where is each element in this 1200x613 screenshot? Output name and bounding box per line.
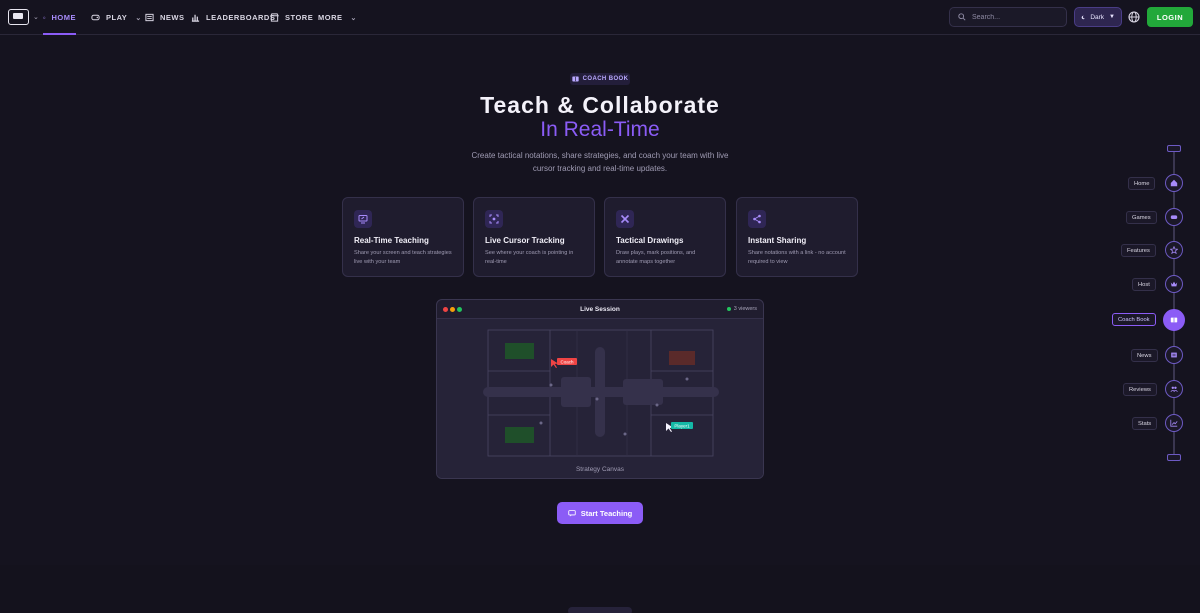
book-icon (572, 76, 579, 82)
start-teaching-button[interactable]: Start Teaching (557, 502, 643, 524)
feature-title: Live Cursor Tracking (485, 236, 565, 245)
page-title: Teach & Collaborate (480, 92, 720, 118)
feature-card-instant-sharing: Instant Sharing Share notations with a l… (736, 197, 858, 277)
nav-item-label: NEWS (160, 13, 185, 22)
newspaper-icon (145, 13, 154, 22)
login-button[interactable]: LOGIN (1147, 7, 1193, 27)
gamepad-icon (91, 14, 100, 21)
side-label-coach-book[interactable]: Coach Book (1112, 313, 1156, 326)
viewer-count-label: 3 viewers (733, 306, 757, 312)
side-label-host[interactable]: Host (1132, 278, 1156, 291)
side-rail (1173, 150, 1175, 455)
feature-text: Share your screen and teach strategies l… (354, 250, 452, 265)
screen-share-icon (354, 210, 372, 228)
feature-text: Draw plays, mark positions, and annotate… (616, 250, 696, 265)
caret-down-icon: ▼ (1109, 14, 1115, 20)
feature-title: Real-Time Teaching (354, 236, 429, 245)
nav-item-label: MORE (318, 13, 343, 22)
side-nav-features[interactable] (1165, 241, 1183, 259)
player-cursor-label: Player1 (674, 424, 690, 429)
side-label-stats[interactable]: Stats (1132, 417, 1158, 430)
chevron-down-icon: ⌄ (33, 14, 39, 21)
canvas-label: Strategy Canvas (575, 466, 625, 473)
side-label-home[interactable]: Home (1128, 177, 1156, 190)
nav-item-play[interactable]: PLAY ⌄ (91, 0, 142, 35)
chat-icon (568, 509, 576, 517)
nav-item-label: HOME (51, 13, 76, 22)
feature-text: Share notations with a link - no account… (748, 250, 846, 265)
book-icon (1170, 317, 1178, 323)
page-title-highlight: In Real-Time (540, 118, 660, 141)
side-label-features[interactable]: Features (1121, 244, 1156, 257)
scroll-down-handle[interactable] (1167, 454, 1181, 461)
coach-cursor-label: Coach (560, 360, 574, 365)
theme-selector[interactable]: Dark ▼ (1074, 7, 1122, 27)
session-title: Live Session (580, 305, 620, 313)
logo-icon (8, 9, 29, 25)
section-tag-label: COACH BOOK (582, 76, 629, 82)
search-icon (958, 13, 966, 21)
nav-item-label: LEADERBOARDS (206, 13, 276, 22)
team-a-zone (505, 343, 534, 359)
live-dot-icon (726, 307, 731, 311)
feature-card-tactical-drawings: Tactical Drawings Draw plays, mark posit… (604, 197, 726, 277)
crown-icon (1170, 281, 1178, 287)
moon-icon (1081, 15, 1085, 19)
feature-card-real-time-teaching: Real-Time Teaching Share your screen and… (342, 197, 464, 277)
side-label-games[interactable]: Games (1126, 211, 1157, 224)
star-icon (1170, 246, 1178, 254)
side-nav-games[interactable] (1165, 208, 1183, 226)
feature-text: See where your coach is pointing in real… (485, 250, 574, 265)
next-section (0, 565, 1200, 613)
gamepad-icon (1170, 215, 1178, 219)
side-label-news[interactable]: News (1131, 349, 1158, 362)
scroll-up-handle[interactable] (1167, 145, 1181, 152)
section-tag: COACH BOOK (570, 73, 630, 85)
pencil-ruler-icon (616, 210, 634, 228)
nav-item-more[interactable]: MORE ⌄ (318, 0, 357, 35)
home-icon (43, 16, 46, 19)
nav-item-leaderboards[interactable]: LEADERBOARDS (191, 0, 275, 35)
cursor-track-icon (485, 210, 503, 228)
side-nav-home[interactable] (1165, 174, 1183, 192)
next-section-tag (568, 607, 632, 613)
start-teaching-label: Start Teaching (580, 508, 633, 518)
nav-item-label: STORE (285, 13, 314, 22)
page-subtitle: Create tactical notations, share strateg… (471, 151, 729, 173)
chevron-down-icon: ⌄ (135, 14, 142, 22)
newspaper-icon (1171, 352, 1177, 358)
globe-icon[interactable] (1127, 10, 1141, 24)
trend-icon (1170, 419, 1178, 427)
side-label-reviews[interactable]: Reviews (1123, 383, 1157, 396)
share-icon (748, 210, 766, 228)
nav-item-label: PLAY (106, 13, 128, 22)
feature-title: Tactical Drawings (616, 236, 684, 245)
search-input[interactable] (972, 13, 1062, 21)
side-nav-coach-book[interactable] (1163, 309, 1185, 331)
home-icon (1170, 179, 1178, 187)
nav-item-news[interactable]: NEWS (145, 0, 185, 35)
bar-chart-icon (191, 14, 200, 22)
team-a-zone-2 (505, 427, 534, 443)
nav-item-home[interactable]: HOME (43, 0, 76, 35)
session-header: Live Session 3 viewers (437, 300, 763, 319)
store-icon (270, 13, 279, 22)
chevron-down-icon: ⌄ (350, 14, 357, 22)
side-nav-news[interactable] (1165, 346, 1183, 364)
side-nav-reviews[interactable] (1165, 380, 1183, 398)
strategy-canvas[interactable]: Coach Player1 (437, 319, 764, 479)
live-session-preview: Live Session 3 viewers Coach Player1 Str… (436, 299, 764, 479)
nav-item-store[interactable]: STORE (270, 0, 313, 35)
site-logo[interactable]: ⌄ (8, 9, 39, 25)
feature-title: Instant Sharing (748, 236, 807, 245)
side-nav-stats[interactable] (1165, 414, 1183, 432)
team-b-zone (669, 351, 695, 365)
theme-label: Dark (1090, 13, 1105, 21)
side-nav-host[interactable] (1165, 275, 1183, 293)
top-nav: ⌄ HOME PLAY ⌄ NEWS LEADERBOARDS STORE MO… (0, 0, 1200, 35)
search-box[interactable] (949, 7, 1067, 27)
users-icon (1170, 386, 1178, 393)
viewer-count: 3 viewers (726, 306, 757, 312)
feature-card-live-cursor-tracking: Live Cursor Tracking See where your coac… (473, 197, 595, 277)
